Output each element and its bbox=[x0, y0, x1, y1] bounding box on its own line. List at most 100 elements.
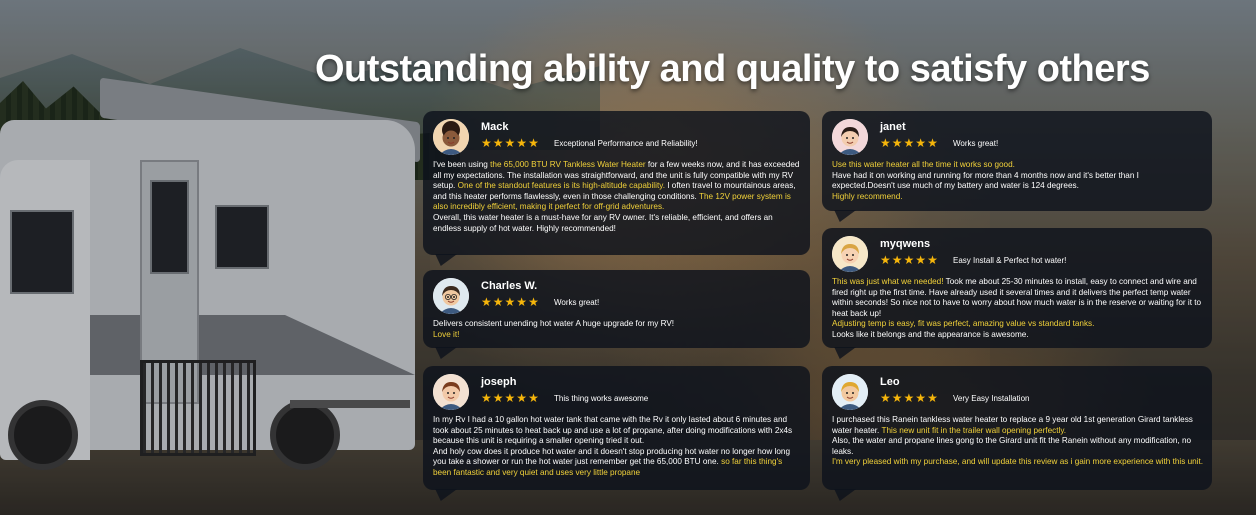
star-rating: ★ ★ ★ ★ ★ bbox=[481, 296, 539, 308]
review-paragraph: Delivers consistent unending hot water A… bbox=[433, 319, 802, 330]
star-icon: ★ bbox=[481, 136, 492, 150]
star-icon: ★ bbox=[903, 391, 915, 405]
review-header: janet ★ ★ ★ ★ ★ Works great! bbox=[832, 119, 1204, 157]
reviewer-name: janet bbox=[880, 121, 906, 133]
avatar-dark-hair-woman-icon bbox=[832, 119, 868, 155]
star-icon: ★ bbox=[891, 253, 903, 267]
star-icon: ★ bbox=[481, 391, 492, 405]
review-text: This was just what we needed! Took me ab… bbox=[832, 277, 1204, 341]
star-icon: ★ bbox=[915, 136, 927, 150]
star-icon: ★ bbox=[880, 253, 891, 267]
review-text-segment: Delivers consistent unending hot water A… bbox=[433, 319, 675, 328]
review-card-mack: Mack ★ ★ ★ ★ ★ Exceptional Performance and Rel… bbox=[423, 111, 810, 255]
reviewer-name: joseph bbox=[481, 376, 517, 388]
reviewer-name: Leo bbox=[880, 376, 900, 388]
review-header: myqwens ★ ★ ★ ★ ★ Easy Install & Perfect hot w… bbox=[832, 236, 1204, 274]
page-title: Outstanding ability and quality to satis… bbox=[315, 48, 1150, 90]
star-icon: ★ bbox=[504, 295, 516, 309]
star-icon: ★ bbox=[880, 391, 891, 405]
avatar-woman-brown-hair-icon bbox=[433, 374, 469, 410]
review-paragraph: Highly recommend. bbox=[832, 192, 1204, 203]
star-icon: ★ bbox=[492, 136, 504, 150]
highlighted-text: the 65,000 BTU RV Tankless Water Heater bbox=[490, 160, 646, 169]
review-paragraph: Overall, this water heater is a must-hav… bbox=[433, 213, 802, 234]
reviewer-name: myqwens bbox=[880, 238, 931, 250]
star-rating: ★ ★ ★ ★ ★ bbox=[481, 137, 539, 149]
review-card-joseph: joseph ★ ★ ★ ★ ★ This thing works awesome In my… bbox=[423, 366, 810, 490]
review-paragraph: In my Rv I had a 10 gallon hot water tan… bbox=[433, 415, 802, 447]
star-icon: ★ bbox=[481, 295, 492, 309]
star-rating: ★ ★ ★ ★ ★ bbox=[880, 392, 938, 404]
highlighted-text: Adjusting temp is easy, fit was perfect,… bbox=[832, 319, 1095, 329]
star-rating: ★ ★ ★ ★ ★ bbox=[880, 137, 938, 149]
review-text: I purchased this Ranein tankless water h… bbox=[832, 415, 1204, 468]
highlighted-text: Highly recommend. bbox=[832, 191, 903, 201]
highlighted-text: I'm very pleased with my purchase, and w… bbox=[832, 457, 1204, 467]
avatar-blonde-woman-icon bbox=[832, 236, 868, 272]
hero-banner: Outstanding ability and quality to satis… bbox=[0, 0, 1256, 515]
review-text-segment: I've been using bbox=[433, 160, 491, 169]
review-paragraph: Adjusting temp is easy, fit was perfect,… bbox=[832, 319, 1204, 330]
review-paragraph: This was just what we needed! Took me ab… bbox=[832, 277, 1204, 319]
review-text-segment: Looks like it belongs and the appearance… bbox=[832, 329, 1029, 339]
highlighted-text: Love it! bbox=[433, 329, 460, 339]
avatar-blond-man-icon bbox=[832, 374, 868, 410]
highlighted-text: This new unit fit in the trailer wall op… bbox=[881, 425, 1067, 435]
review-text-segment: Overall, this water heater is a must-hav… bbox=[433, 212, 773, 233]
star-icon: ★ bbox=[516, 295, 528, 309]
review-paragraph: I'm very pleased with my purchase, and w… bbox=[832, 457, 1204, 468]
highlighted-text: Use this water heater all the time it wo… bbox=[832, 160, 1015, 169]
star-rating: ★ ★ ★ ★ ★ bbox=[481, 392, 539, 404]
review-text: In my Rv I had a 10 gallon hot water tan… bbox=[433, 415, 802, 479]
review-paragraph: Looks like it belongs and the appearance… bbox=[832, 330, 1204, 341]
star-icon: ★ bbox=[915, 253, 927, 267]
review-header: Charles W. ★ ★ ★ ★ ★ Works great! bbox=[433, 278, 802, 316]
highlighted-text: One of the standout features is its high… bbox=[457, 181, 665, 191]
star-icon: ★ bbox=[528, 136, 539, 150]
star-rating: ★ ★ ★ ★ ★ bbox=[880, 254, 938, 266]
reviewer-name: Mack bbox=[481, 121, 509, 133]
review-paragraph: Use this water heater all the time it wo… bbox=[832, 160, 1204, 171]
review-header: joseph ★ ★ ★ ★ ★ This thing works awesome bbox=[433, 374, 802, 412]
review-header: Leo ★ ★ ★ ★ ★ Very Easy Installation bbox=[832, 374, 1204, 412]
star-icon: ★ bbox=[927, 391, 938, 405]
star-icon: ★ bbox=[903, 253, 915, 267]
review-title: Works great! bbox=[953, 139, 999, 148]
review-paragraph: Also, the water and propane lines gong t… bbox=[832, 436, 1204, 457]
review-paragraph: I purchased this Ranein tankless water h… bbox=[832, 415, 1204, 436]
highlighted-text: This was just what we needed! bbox=[832, 277, 944, 286]
review-paragraph: Have had it on working and running for m… bbox=[832, 171, 1204, 192]
star-icon: ★ bbox=[528, 295, 539, 309]
review-text-segment: In my Rv I had a 10 gallon hot water tan… bbox=[433, 415, 793, 446]
review-paragraph: Love it! bbox=[433, 330, 802, 341]
review-text: Use this water heater all the time it wo… bbox=[832, 160, 1204, 202]
review-header: Mack ★ ★ ★ ★ ★ Exceptional Performance and Rel… bbox=[433, 119, 802, 157]
review-card-janet: janet ★ ★ ★ ★ ★ Works great! Use this water hea… bbox=[822, 111, 1212, 211]
avatar-curly-hair-man-icon bbox=[433, 119, 469, 155]
review-card-leo: Leo ★ ★ ★ ★ ★ Very Easy Installation I purchase… bbox=[822, 366, 1212, 490]
review-title: Easy Install & Perfect hot water! bbox=[953, 256, 1067, 265]
review-paragraph: I've been using the 65,000 BTU RV Tankle… bbox=[433, 160, 802, 213]
review-text-segment: Also, the water and propane lines gong t… bbox=[832, 436, 1192, 456]
star-icon: ★ bbox=[528, 391, 539, 405]
review-text: I've been using the 65,000 BTU RV Tankle… bbox=[433, 160, 802, 234]
review-card-myqwens: myqwens ★ ★ ★ ★ ★ Easy Install & Perfect hot w… bbox=[822, 228, 1212, 348]
review-paragraph: And holy cow does it produce hot water a… bbox=[433, 447, 802, 479]
star-icon: ★ bbox=[492, 391, 504, 405]
review-card-charles: Charles W. ★ ★ ★ ★ ★ Works great! Delivers cons… bbox=[423, 270, 810, 348]
star-icon: ★ bbox=[903, 136, 915, 150]
star-icon: ★ bbox=[880, 136, 891, 150]
star-icon: ★ bbox=[504, 391, 516, 405]
star-icon: ★ bbox=[516, 136, 528, 150]
reviewer-name: Charles W. bbox=[481, 280, 538, 292]
review-text-segment: Have had it on working and running for m… bbox=[832, 170, 1139, 191]
star-icon: ★ bbox=[516, 391, 528, 405]
review-title: Works great! bbox=[554, 298, 600, 307]
star-icon: ★ bbox=[927, 136, 938, 150]
review-title: Very Easy Installation bbox=[953, 394, 1030, 403]
review-title: This thing works awesome bbox=[554, 394, 649, 403]
star-icon: ★ bbox=[891, 391, 903, 405]
star-icon: ★ bbox=[915, 391, 927, 405]
avatar-glasses-man-icon bbox=[433, 278, 469, 314]
review-title: Exceptional Performance and Reliability! bbox=[554, 139, 698, 148]
